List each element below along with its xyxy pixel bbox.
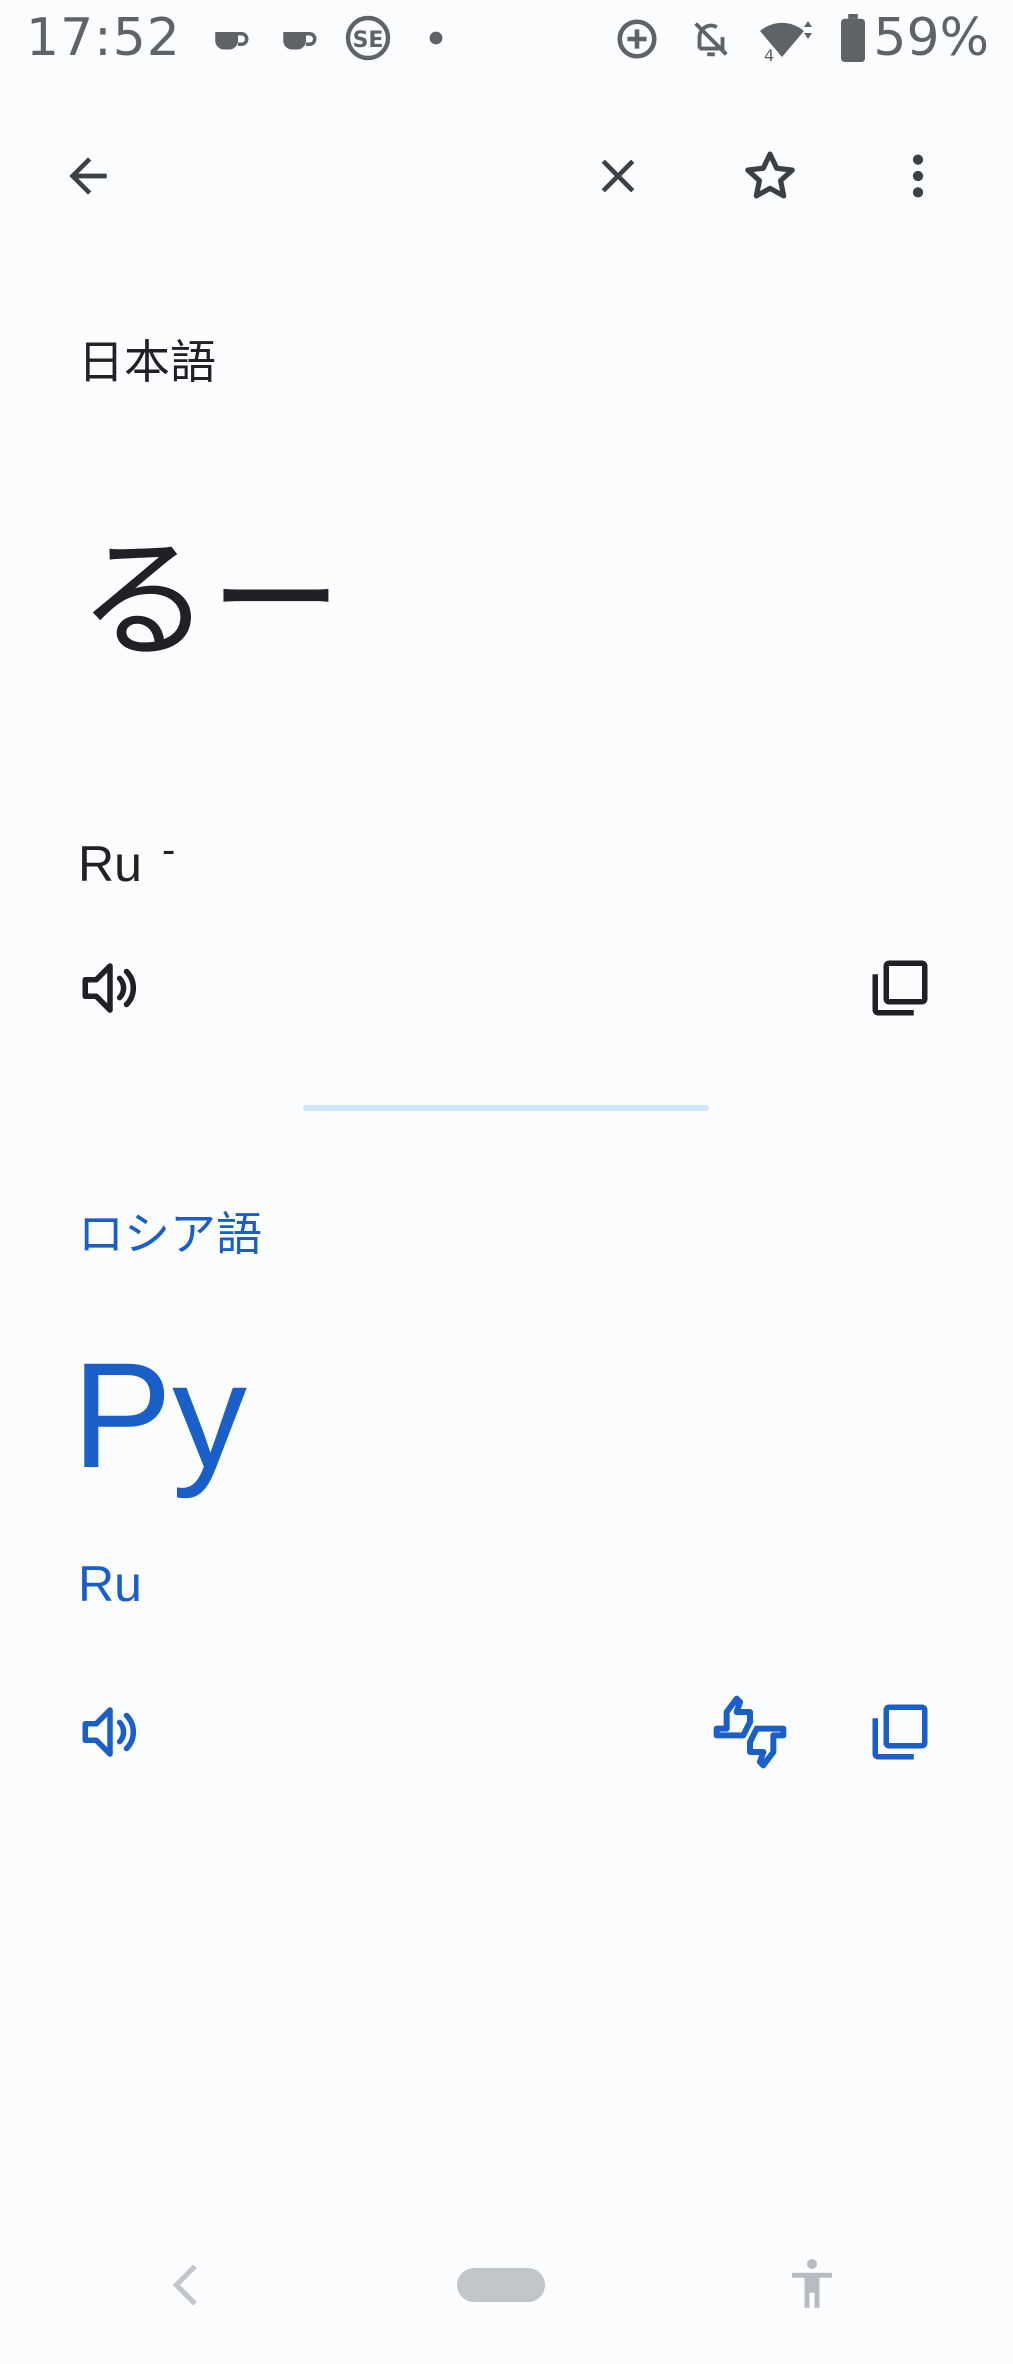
target-copy-button[interactable] [860,1694,940,1774]
more-vert-icon [890,148,946,208]
target-transliteration: Ru [78,1556,142,1612]
back-button[interactable] [50,140,126,216]
source-text[interactable]: るー [78,535,342,667]
arrow-back-icon [60,148,116,208]
copy-icon [867,955,933,1025]
thumbs-up-down-icon [710,1692,790,1776]
svg-text:4: 4 [764,46,774,64]
svg-text:SE: SE [353,28,384,53]
coffee-icon [278,18,320,64]
target-listen-button[interactable] [70,1694,150,1774]
source-listen-button[interactable] [70,950,150,1030]
section-divider [303,1105,709,1111]
notifications-off-icon [688,16,734,66]
volume-up-icon [77,955,143,1025]
clear-button[interactable] [580,140,656,216]
coffee-icon [210,18,252,64]
wifi-icon: 4 [756,14,816,68]
battery-icon [838,14,868,66]
target-language-label: ロシア語 [78,1207,262,1261]
volume-up-icon [77,1699,143,1769]
translation-screen: 17:52 SE 4 59% 日本語 るー Ru - ロシア語 Ру Ru [0,0,1013,2364]
save-star-button[interactable] [732,140,808,216]
more-options-button[interactable] [880,140,956,216]
rate-translation-button[interactable] [710,1694,790,1774]
accessibility-icon [782,2259,842,2320]
nav-back-button[interactable] [160,2255,216,2319]
source-copy-button[interactable] [860,950,940,1030]
chevron-left-icon [160,2264,216,2319]
se-app-icon: SE [344,14,392,66]
battery-percent: 59% [873,8,989,68]
star-outline-icon [739,145,801,211]
status-bar: 17:52 SE 4 59% [0,0,1013,80]
status-time: 17:52 [26,8,181,68]
nav-home-button[interactable] [457,2268,545,2302]
dot-icon [428,30,444,50]
close-icon [590,148,646,208]
data-saver-icon [614,16,660,66]
source-language-label: 日本語 [78,335,216,389]
accessibility-button[interactable] [782,2252,842,2320]
source-transliteration: Ru [78,836,142,892]
translated-text[interactable]: Ру [72,1340,247,1490]
copy-icon [867,1699,933,1769]
source-transliteration-mark: - [162,828,176,872]
